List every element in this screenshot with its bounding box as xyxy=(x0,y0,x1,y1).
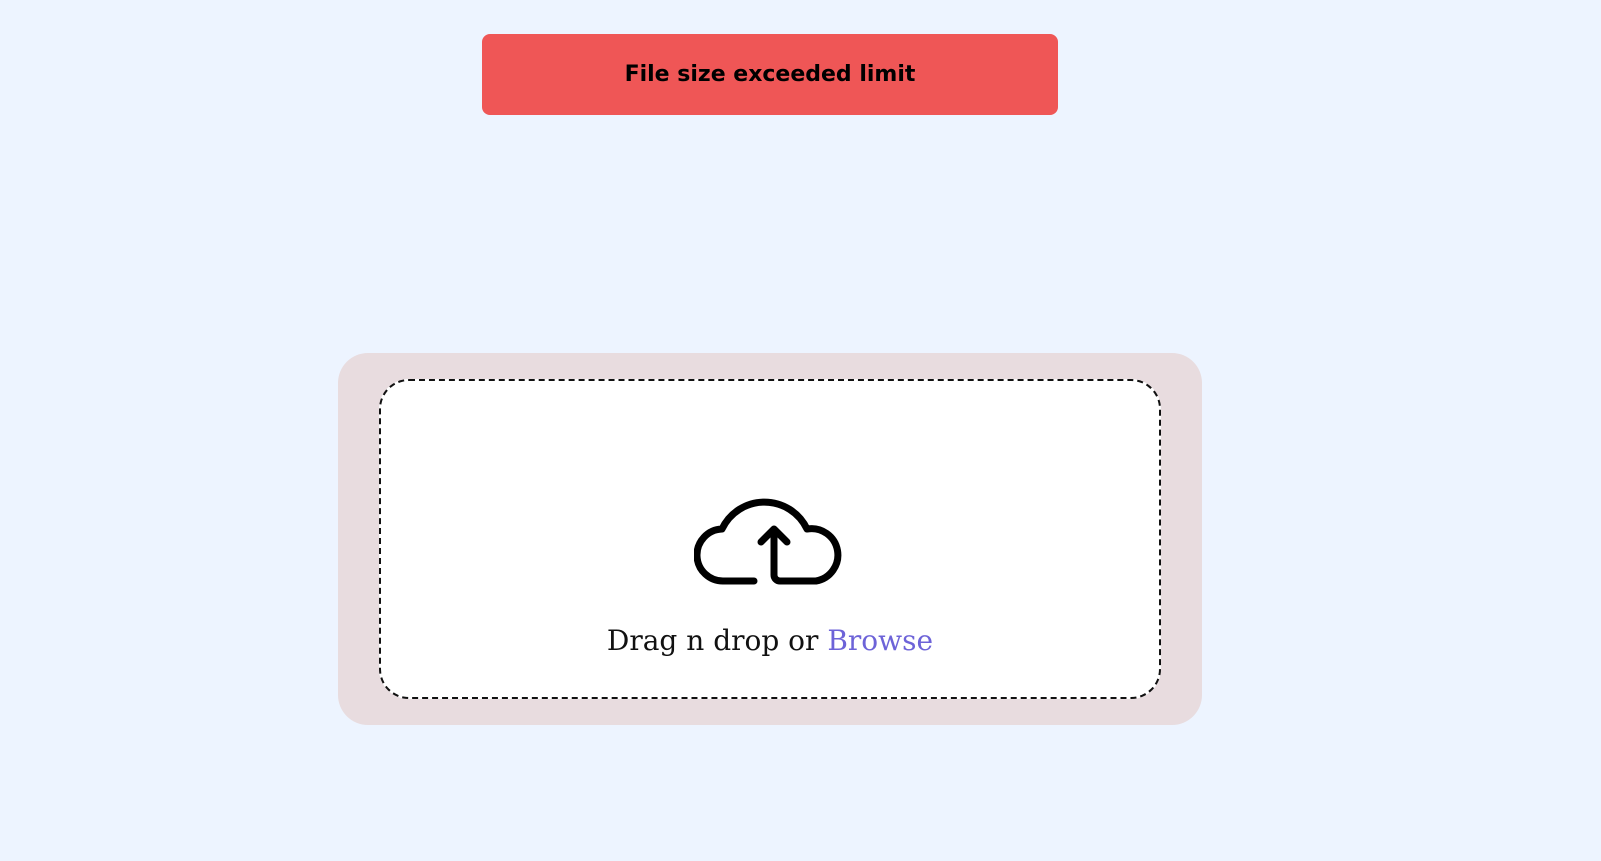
error-message: File size exceeded limit xyxy=(624,62,916,87)
upload-card: Drag n drop or Browse xyxy=(338,353,1202,725)
browse-link[interactable]: Browse xyxy=(827,624,933,657)
cloud-upload-icon xyxy=(694,498,842,585)
drop-prompt-text: Drag n drop or xyxy=(606,624,819,657)
error-banner: File size exceeded limit xyxy=(482,34,1058,115)
drop-prompt: Drag n drop or Browse xyxy=(607,627,933,655)
dropzone[interactable]: Drag n drop or Browse xyxy=(379,379,1161,699)
